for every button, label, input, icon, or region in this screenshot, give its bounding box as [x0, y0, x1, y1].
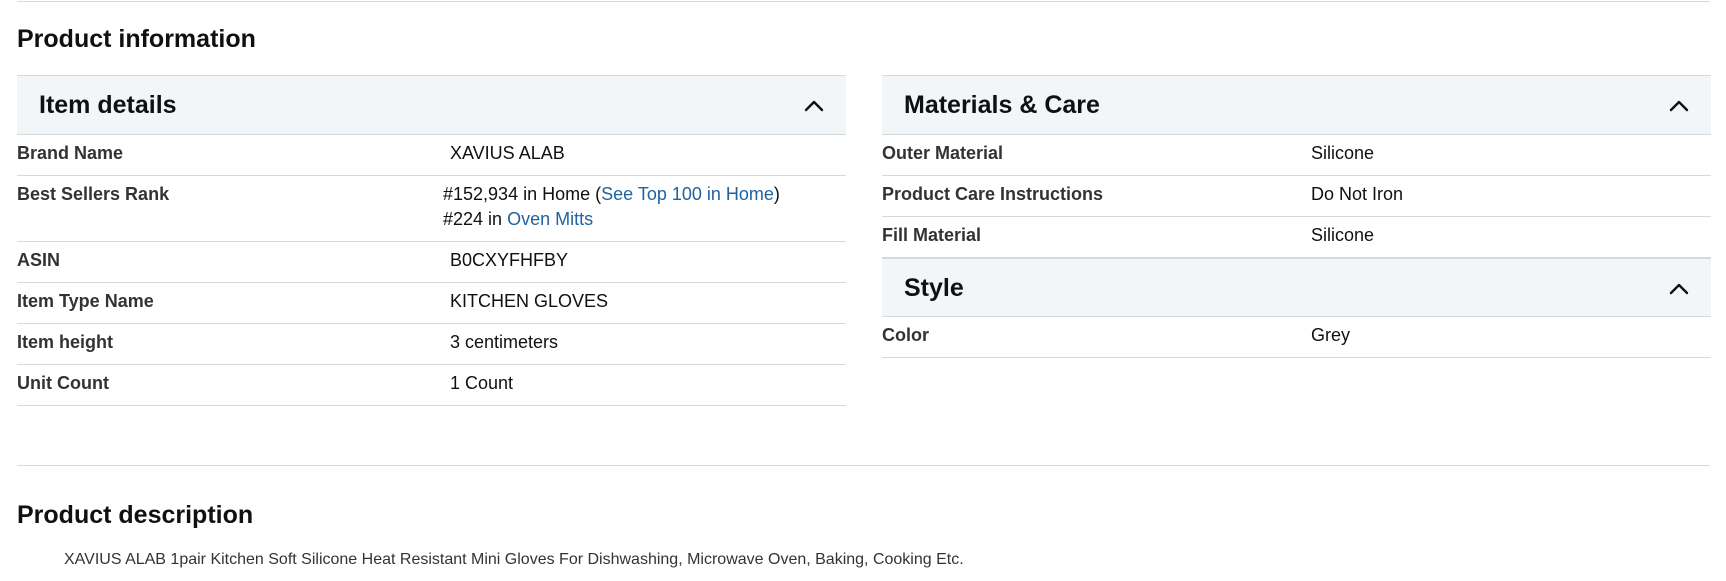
table-row: Best Sellers Rank #152,934 in Home (See …	[17, 176, 846, 242]
color-key: Color	[882, 325, 929, 345]
materials-care-table: Outer Material Silicone Product Care Ins…	[882, 135, 1711, 257]
style-header[interactable]: Style	[882, 257, 1711, 317]
item-details-header-label: Item details	[39, 91, 177, 119]
chevron-up-icon[interactable]	[804, 98, 824, 112]
item-details-table: Brand Name XAVIUS ALAB Best Sellers Rank…	[17, 135, 846, 406]
table-row: Product Care Instructions Do Not Iron	[882, 176, 1711, 217]
best-sellers-rank-value: #152,934 in Home (See Top 100 in Home) #…	[443, 176, 846, 242]
product-description-text: XAVIUS ALAB 1pair Kitchen Soft Silicone …	[64, 551, 964, 568]
chevron-up-icon[interactable]	[1669, 98, 1689, 112]
section-divider	[17, 465, 1710, 466]
fill-material-value: Silicone	[1311, 225, 1375, 245]
item-type-name-value: KITCHEN GLOVES	[450, 291, 609, 311]
asin-key: ASIN	[17, 250, 61, 270]
unit-count-key: Unit Count	[17, 373, 109, 393]
table-row: Outer Material Silicone	[882, 135, 1711, 176]
table-row: Brand Name XAVIUS ALAB	[17, 135, 846, 176]
table-row: Fill Material Silicone	[882, 217, 1711, 258]
materials-care-header-label: Materials & Care	[904, 91, 1100, 119]
rank-line-category: #224 in Oven Mitts	[443, 209, 594, 229]
table-row: Unit Count 1 Count	[17, 365, 846, 406]
rank-line-home: #152,934 in Home (See Top 100 in Home)	[443, 184, 780, 204]
item-type-name-key: Item Type Name	[17, 291, 154, 311]
best-sellers-rank-key: Best Sellers Rank	[17, 184, 170, 204]
table-row: Color Grey	[882, 317, 1711, 358]
item-height-key: Item height	[17, 332, 114, 352]
brand-name-key: Brand Name	[17, 143, 124, 163]
table-row: Item Type Name KITCHEN GLOVES	[17, 283, 846, 324]
oven-mitts-link[interactable]: Oven Mitts	[507, 209, 593, 229]
item-height-value: 3 centimeters	[450, 332, 559, 352]
top-divider	[17, 1, 1710, 2]
care-instructions-value: Do Not Iron	[1311, 184, 1404, 204]
fill-material-key: Fill Material	[882, 225, 982, 245]
materials-care-header[interactable]: Materials & Care	[882, 75, 1711, 135]
style-header-label: Style	[904, 274, 964, 302]
product-description-title: Product description	[17, 501, 254, 529]
brand-name-value: XAVIUS ALAB	[450, 143, 565, 163]
table-row: Item height 3 centimeters	[17, 324, 846, 365]
asin-value: B0CXYFHFBY	[450, 250, 569, 270]
color-value: Grey	[1311, 325, 1351, 345]
unit-count-value: 1 Count	[450, 373, 514, 393]
care-instructions-key: Product Care Instructions	[882, 184, 1104, 204]
chevron-up-icon[interactable]	[1669, 281, 1689, 295]
outer-material-key: Outer Material	[882, 143, 1004, 163]
item-details-header[interactable]: Item details	[17, 75, 846, 135]
item-details-panel: Item details Brand Name XAVIUS ALAB Best…	[17, 75, 846, 406]
style-table: Color Grey	[882, 317, 1711, 358]
product-information-title: Product information	[17, 25, 256, 53]
materials-care-panel: Materials & Care Outer Material Silicone…	[882, 75, 1711, 358]
outer-material-value: Silicone	[1311, 143, 1375, 163]
see-top-100-link[interactable]: See Top 100 in Home	[601, 184, 774, 204]
table-row: ASIN B0CXYFHFBY	[17, 242, 846, 283]
